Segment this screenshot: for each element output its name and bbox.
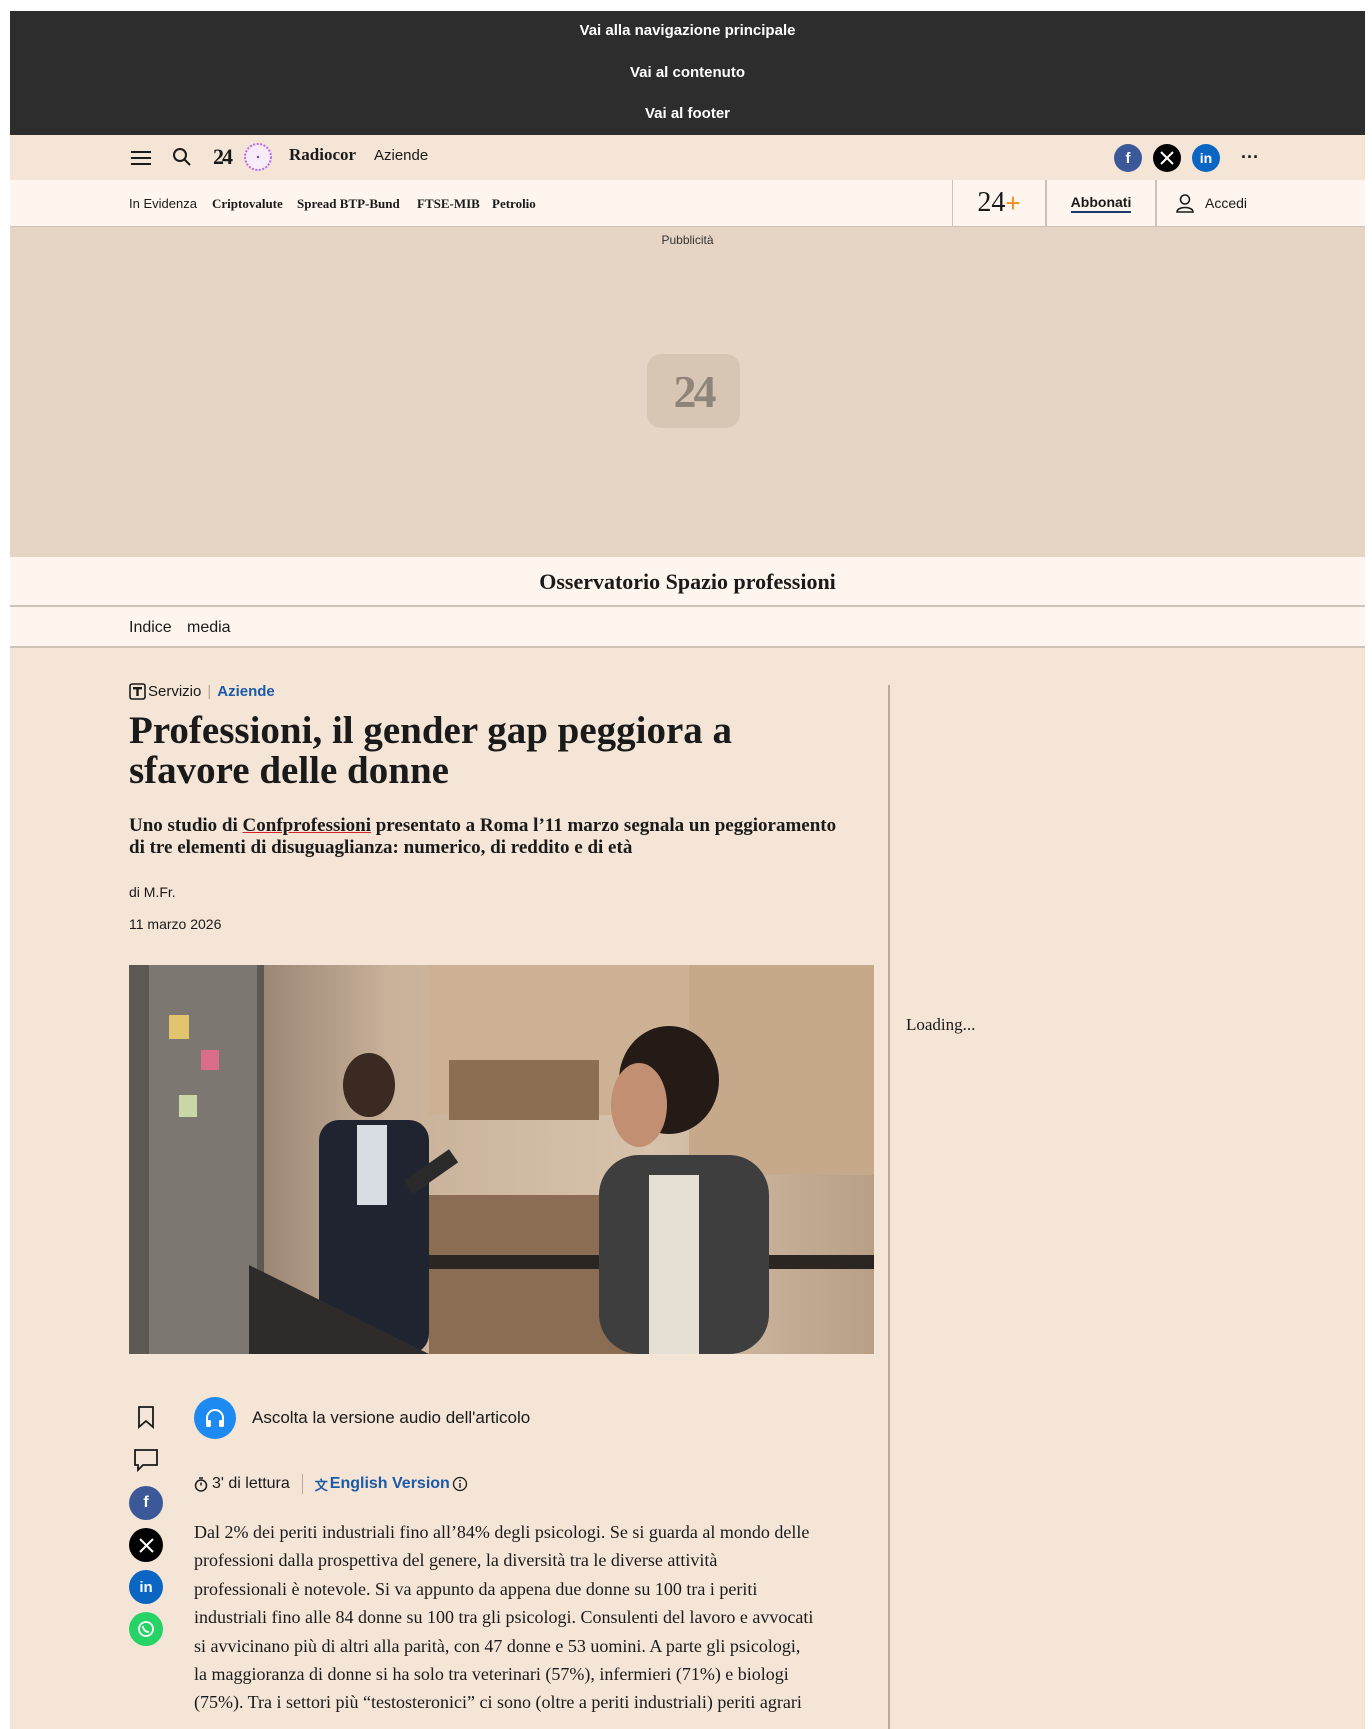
headphones-icon[interactable] [194,1397,236,1439]
skip-to-navigation-link[interactable]: Vai alla navigazione principale [10,22,1365,39]
comment-icon[interactable] [132,1447,160,1473]
skip-to-content-link[interactable]: Vai al contenuto [10,64,1365,81]
subtitle-part-1: Uno studio di [129,815,243,836]
nav-item-criptovalute[interactable]: Criptovalute [212,196,283,212]
24-plus-number: 24 [977,187,1006,218]
info-icon[interactable] [452,1476,468,1492]
article-category-link[interactable]: Aziende [217,683,275,700]
login-button[interactable]: Accedi [1155,180,1265,226]
brand-name[interactable]: Radiocor [289,145,356,165]
market-nav-bar: In Evidenza Criptovalute Spread BTP-Bund… [10,180,1365,227]
subscribe-label: Abbonati [1070,194,1132,213]
nav-item-petrolio[interactable]: Petrolio [492,196,536,212]
confprofessioni-link[interactable]: Confprofessioni [243,815,371,836]
meta-divider [301,1474,303,1494]
search-icon[interactable] [171,146,193,168]
share-linkedin-icon[interactable]: in [129,1570,163,1604]
article-date: 11 marzo 2026 [129,916,222,932]
top-bar: 24 Radiocor Aziende f in ··· [10,135,1365,180]
timer-icon [194,1476,208,1492]
section-header: Osservatorio Spazio professioni [10,557,1365,607]
article-type: Servizio [148,683,202,700]
skip-to-footer-link[interactable]: Vai al footer [10,105,1365,122]
page: Vai alla navigazione principale Vai al c… [10,11,1365,1729]
user-icon [1175,193,1195,213]
nav-item-ftse-mib[interactable]: FTSE-MIB [417,196,480,212]
subnav-item-media[interactable]: media [187,619,231,637]
24-logo[interactable]: 24 [207,143,237,171]
24-plus-logo[interactable]: 24 + [952,180,1045,226]
skip-links-bar: Vai alla navigazione principale Vai al c… [10,11,1365,135]
column-divider [888,685,890,1729]
share-facebook-icon[interactable]: f [129,1486,163,1520]
article-subtitle: Uno studio di Confprofessioni presentato… [129,815,849,859]
login-label: Accedi [1204,195,1248,211]
article-body: Dal 2% dei periti industriali fino all’8… [194,1522,814,1713]
ad-logo-text: 24 [673,365,717,417]
more-icon[interactable]: ··· [1238,143,1262,171]
article-kicker: Servizio | Aziende [129,683,275,700]
ad-placeholder-logo: 24 [647,354,740,428]
kicker-separator: | [207,683,212,700]
bookmark-icon[interactable] [135,1404,157,1430]
service-icon [129,683,146,700]
radiocor-clock-icon[interactable] [243,142,273,172]
subscribe-button[interactable]: Abbonati [1045,180,1155,226]
share-whatsapp-icon[interactable] [129,1612,163,1646]
brand-section[interactable]: Aziende [374,147,428,164]
subnav-item-indice[interactable]: Indice [129,619,172,637]
linkedin-icon[interactable]: in [1192,144,1220,172]
facebook-icon[interactable]: f [1114,144,1142,172]
translate-icon: 文 [314,1477,328,1493]
audio-label[interactable]: Ascolta la versione audio dell'articolo [252,1408,530,1428]
share-x-icon[interactable] [129,1528,163,1562]
article-author: di M.Fr. [129,884,176,900]
ad-slot: Pubblicità 24 [10,227,1365,557]
ad-label: Pubblicità [661,233,714,247]
article-title: Professioni, il gender gap peggiora a sf… [129,709,733,792]
nav-item-spread[interactable]: Spread BTP-Bund [297,196,400,212]
article-photo [129,965,874,1354]
section-title[interactable]: Osservatorio Spazio professioni [539,569,836,595]
article-meta: 3' di lettura 文 English Version [194,1474,468,1494]
sidebar-loading-text: Loading... [906,1015,976,1034]
x-icon[interactable] [1153,144,1181,172]
menu-icon[interactable] [130,147,152,169]
english-version-link[interactable]: English Version [330,1475,450,1493]
audio-player[interactable]: Ascolta la versione audio dell'articolo [194,1397,530,1439]
section-subnav: Indice media [10,607,1365,648]
24-plus-sign: + [1005,187,1021,218]
nav-item-in-evidenza[interactable]: In Evidenza [129,196,197,211]
reading-time: 3' di lettura [212,1475,290,1492]
